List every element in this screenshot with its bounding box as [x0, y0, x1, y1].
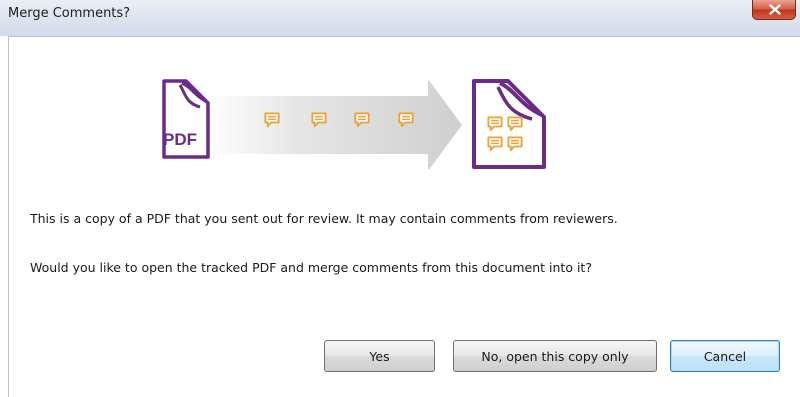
yes-button[interactable]: Yes: [324, 340, 435, 372]
merge-illustration: PDF: [162, 79, 546, 169]
open-copy-only-button[interactable]: No, open this copy only: [453, 340, 657, 372]
merged-document-icon: [472, 79, 546, 169]
pdf-file-icon: PDF: [162, 79, 210, 159]
message-merge-question: Would you like to open the tracked PDF a…: [30, 260, 592, 275]
arrow-icon: [206, 79, 462, 169]
cancel-button[interactable]: Cancel: [670, 340, 780, 372]
pdf-label: PDF: [163, 130, 197, 149]
message-review-copy: This is a copy of a PDF that you sent ou…: [30, 211, 618, 226]
close-icon: [769, 4, 781, 15]
title-bar: Merge Comments?: [0, 0, 800, 36]
close-button[interactable]: [752, 0, 796, 20]
window-title: Merge Comments?: [8, 6, 131, 21]
